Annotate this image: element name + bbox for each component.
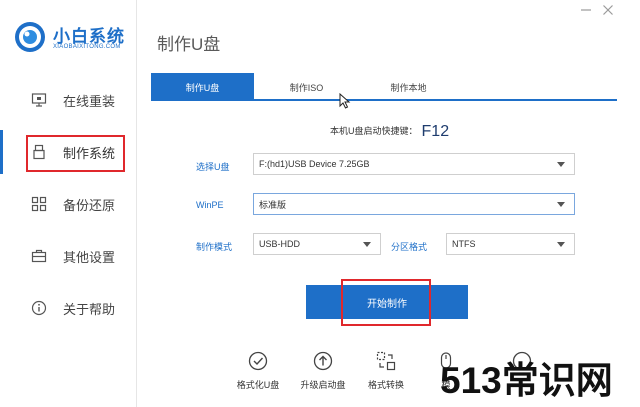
format-usb-button[interactable]: 格式化U盘: [226, 351, 290, 391]
tab-bar: 制作U盘 制作ISO 制作本地: [151, 73, 617, 101]
chevron-down-icon: [363, 242, 371, 247]
upload-circle-icon: [313, 351, 333, 371]
hotkey-key: F12: [421, 123, 450, 140]
sidebar-item-label: 备份还原: [63, 198, 116, 213]
sidebar-item-label: 制作系统: [63, 146, 116, 161]
sidebar-item-make-system[interactable]: 制作系统: [0, 126, 136, 178]
toolbox-icon: [31, 249, 47, 263]
sidebar-item-label: 其他设置: [63, 250, 116, 265]
usb-drive-icon: [33, 144, 45, 160]
sidebar-item-online-reinstall[interactable]: 在线重装: [0, 74, 136, 126]
mode-label: 制作模式: [196, 242, 233, 252]
sidebar-item-label: 关于帮助: [63, 302, 116, 317]
logo-icon: [15, 22, 45, 52]
tool-label: 升级启动盘: [300, 380, 346, 390]
sidebar-nav: 在线重装 制作系统 备份还原 其他设置 关于帮助: [0, 74, 137, 334]
sidebar-item-label: 在线重装: [63, 94, 116, 109]
convert-icon: [376, 351, 396, 371]
hotkey-label: 本机U盘启动快捷键：: [330, 126, 418, 136]
usb-select-label: 选择U盘: [196, 162, 230, 172]
minimize-icon[interactable]: [580, 4, 592, 16]
sidebar-item-other-settings[interactable]: 其他设置: [0, 230, 136, 282]
app-window: 小白系统 XIAOBAIXITONG.COM 在线重装 制作系统 备份还原 其他…: [0, 0, 640, 407]
start-make-button[interactable]: 开始制作: [306, 285, 468, 319]
hotkey-info: 本机U盘启动快捷键： F12: [330, 121, 450, 140]
sidebar-item-about-help[interactable]: 关于帮助: [0, 282, 136, 334]
tool-label: 格式化U盘: [236, 380, 280, 390]
check-circle-icon: [248, 351, 268, 371]
watermark-text: 513常识网: [440, 360, 613, 401]
close-icon[interactable]: [602, 4, 614, 16]
partition-label: 分区格式: [391, 242, 428, 252]
page-title: 制作U盘: [157, 35, 221, 54]
usb-device-select[interactable]: F:(hd1)USB Device 7.25GB: [253, 153, 575, 175]
chevron-down-icon: [557, 162, 565, 167]
winpe-label: WinPE: [196, 200, 224, 210]
winpe-select[interactable]: 标准版: [253, 193, 575, 215]
sidebar-item-backup-restore[interactable]: 备份还原: [0, 178, 136, 230]
tab-make-usb[interactable]: 制作U盘: [151, 73, 254, 101]
sidebar: 小白系统 XIAOBAIXITONG.COM 在线重装 制作系统 备份还原 其他…: [0, 0, 137, 407]
usb-device-value: F:(hd1)USB Device 7.25GB: [259, 159, 370, 169]
info-icon: [31, 300, 47, 316]
mouse-cursor-icon: [339, 93, 351, 109]
monitor-icon: [31, 93, 47, 107]
partition-value: NTFS: [452, 239, 476, 249]
logo: 小白系统 XIAOBAIXITONG.COM: [13, 16, 133, 56]
mode-select[interactable]: USB-HDD: [253, 233, 381, 255]
tool-label: 格式转换: [367, 380, 404, 390]
partition-select[interactable]: NTFS: [446, 233, 575, 255]
mode-value: USB-HDD: [259, 239, 301, 249]
chevron-down-icon: [557, 242, 565, 247]
format-convert-button[interactable]: 格式转换: [354, 351, 418, 391]
upgrade-bootdisk-button[interactable]: 升级启动盘: [291, 351, 355, 391]
tab-make-local[interactable]: 制作本地: [357, 73, 460, 101]
grid-icon: [31, 196, 47, 212]
logo-subtitle: XIAOBAIXITONG.COM: [53, 44, 121, 50]
chevron-down-icon: [557, 202, 565, 207]
winpe-value: 标准版: [259, 199, 287, 210]
